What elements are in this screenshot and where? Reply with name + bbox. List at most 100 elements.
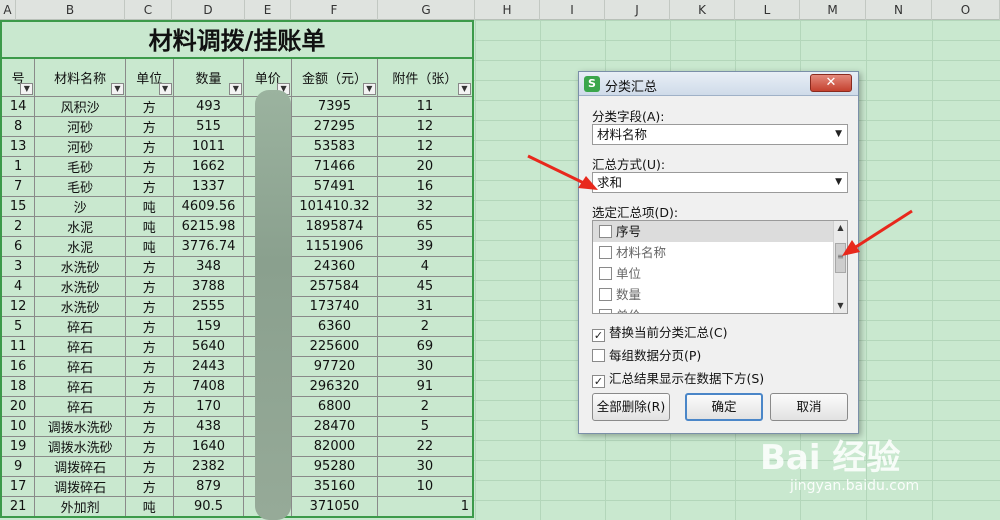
table-row[interactable]: 11碎石方5640422560069 xyxy=(0,335,474,357)
table-cell[interactable]: 515 xyxy=(172,115,245,137)
table-cell[interactable]: 12 xyxy=(0,295,36,317)
column-header-g[interactable]: G xyxy=(378,0,475,20)
table-cell[interactable]: 方 xyxy=(124,275,174,297)
table-cell[interactable]: 调拨碎石 xyxy=(34,475,126,497)
table-cell[interactable]: 348 xyxy=(172,255,245,277)
table-cell[interactable]: 6800 xyxy=(291,395,378,417)
table-row[interactable]: 8 河砂方 515 27295 12 xyxy=(0,115,474,137)
table-cell[interactable]: 风积沙 xyxy=(34,95,126,117)
table-cell[interactable]: 水洗砂 xyxy=(34,275,126,297)
table-cell[interactable]: 91 xyxy=(376,375,474,397)
filter-dropdown-icon[interactable]: ▼ xyxy=(362,82,376,95)
table-cell[interactable]: 71466 xyxy=(291,155,378,177)
column-header-cell[interactable]: 单位 ▼ xyxy=(124,57,174,97)
table-cell[interactable]: 方 xyxy=(124,155,174,177)
table-cell[interactable]: 8 xyxy=(0,115,36,137)
table-row[interactable]: 4 水洗砂方 3788 257584 45 xyxy=(0,275,474,297)
table-cell[interactable]: 30 xyxy=(376,355,474,377)
table-cell[interactable]: 493 xyxy=(172,95,245,117)
table-cell[interactable]: 11 xyxy=(376,95,474,117)
table-cell[interactable]: 82000 xyxy=(291,435,378,457)
table-cell[interactable]: 5640 xyxy=(172,335,245,357)
table-cell[interactable]: 1151906 xyxy=(291,235,378,257)
table-cell[interactable]: 371050 xyxy=(291,495,378,517)
cancel-button[interactable]: 取消 xyxy=(770,393,848,421)
option-pagebreak[interactable]: 每组数据分页(P) xyxy=(592,345,701,364)
table-cell[interactable]: 31 xyxy=(376,295,474,317)
table-cell[interactable]: 10 xyxy=(376,475,474,497)
column-header-cell[interactable]: 金额（元） ▼ xyxy=(291,57,378,97)
table-cell[interactable]: 2382 xyxy=(172,455,245,477)
column-header-l[interactable]: L xyxy=(735,0,800,20)
table-cell[interactable]: 879 xyxy=(172,475,245,497)
table-cell[interactable]: 吨 xyxy=(124,495,174,517)
table-cell[interactable]: 方 xyxy=(124,415,174,437)
table-cell[interactable]: 外加剂 xyxy=(34,495,126,517)
table-cell[interactable]: 1 xyxy=(376,495,474,517)
table-cell[interactable]: 碎石 xyxy=(34,315,126,337)
table-cell[interactable]: 调拨水洗砂 xyxy=(34,415,126,437)
group-field-select[interactable]: 材料名称 ▼ xyxy=(592,124,848,145)
column-header-b[interactable]: B xyxy=(16,0,125,20)
table-cell[interactable]: 水洗砂 xyxy=(34,295,126,317)
table-row[interactable]: 14 风积沙方 493 7395 11 xyxy=(0,95,474,117)
table-cell[interactable]: 6360 xyxy=(291,315,378,337)
table-cell[interactable]: 吨 xyxy=(124,215,174,237)
table-cell[interactable]: 3 xyxy=(0,255,36,277)
table-cell[interactable]: 吨 xyxy=(124,235,174,257)
column-header-d[interactable]: D xyxy=(172,0,245,20)
table-cell[interactable]: 170 xyxy=(172,395,245,417)
table-row[interactable]: 9 调拨碎石方 2382 95280 30 xyxy=(0,455,474,477)
checkbox-icon[interactable] xyxy=(599,225,612,238)
column-header-cell[interactable]: 材料名称 ▼ xyxy=(34,57,126,97)
table-cell[interactable]: 6 xyxy=(0,235,36,257)
table-cell[interactable]: 2 xyxy=(0,215,36,237)
table-cell[interactable]: 方 xyxy=(124,435,174,457)
table-cell[interactable]: 方 xyxy=(124,95,174,117)
column-header-i[interactable]: I xyxy=(540,0,605,20)
table-cell[interactable]: 2443 xyxy=(172,355,245,377)
table-cell[interactable]: 3788 xyxy=(172,275,245,297)
table-row[interactable]: 5碎石方159463602 xyxy=(0,315,474,337)
option-summary-below[interactable]: ✓ 汇总结果显示在数据下方(S) xyxy=(592,368,764,388)
column-header-cell[interactable]: 号 ▼ xyxy=(0,57,36,97)
table-cell[interactable]: 碎石 xyxy=(34,395,126,417)
table-cell[interactable]: 1011 xyxy=(172,135,245,157)
column-header-m[interactable]: M xyxy=(800,0,866,20)
list-item[interactable]: 数量 xyxy=(593,284,847,305)
scroll-thumb[interactable]: ≡ xyxy=(835,243,846,273)
table-cell[interactable]: 438 xyxy=(172,415,245,437)
table-cell[interactable]: 12 xyxy=(376,115,474,137)
close-button[interactable]: ✕ xyxy=(810,74,852,92)
table-cell[interactable]: 1337 xyxy=(172,175,245,197)
table-cell[interactable]: 90.5 xyxy=(172,495,245,517)
table-cell[interactable]: 毛砂 xyxy=(34,155,126,177)
table-cell[interactable]: 碎石 xyxy=(34,335,126,357)
column-header-cell[interactable]: 数量 ▼ xyxy=(172,57,245,97)
table-cell[interactable]: 11 xyxy=(0,335,36,357)
table-cell[interactable]: 2 xyxy=(376,395,474,417)
table-cell[interactable]: 9 xyxy=(0,455,36,477)
table-cell[interactable]: 1640 xyxy=(172,435,245,457)
table-cell[interactable]: 方 xyxy=(124,375,174,397)
table-cell[interactable]: 39 xyxy=(376,235,474,257)
table-cell[interactable]: 20 xyxy=(0,395,36,417)
column-header-k[interactable]: K xyxy=(670,0,735,20)
column-header-cell[interactable]: 附件（张） ▼ xyxy=(376,57,474,97)
table-cell[interactable]: 方 xyxy=(124,115,174,137)
remove-all-button[interactable]: 全部删除(R) xyxy=(592,393,670,421)
table-row[interactable]: 15 沙吨 4609.56 101410.32 32 xyxy=(0,195,474,217)
table-cell[interactable]: 4609.56 xyxy=(172,195,245,217)
table-cell[interactable]: 69 xyxy=(376,335,474,357)
table-cell[interactable]: 碎石 xyxy=(34,355,126,377)
list-item[interactable]: 单价 xyxy=(593,305,847,313)
table-cell[interactable]: 7 xyxy=(0,175,36,197)
filter-dropdown-icon[interactable]: ▼ xyxy=(229,82,243,95)
table-cell[interactable]: 水洗砂 xyxy=(34,255,126,277)
table-cell[interactable]: 1 xyxy=(0,155,36,177)
table-cell[interactable]: 14 xyxy=(0,95,36,117)
table-cell[interactable]: 65 xyxy=(376,215,474,237)
table-cell[interactable]: 296320 xyxy=(291,375,378,397)
table-row[interactable]: 20 碎石方 170 6800 2 xyxy=(0,395,474,417)
table-row[interactable]: 7 毛砂方 1337 57491 16 xyxy=(0,175,474,197)
